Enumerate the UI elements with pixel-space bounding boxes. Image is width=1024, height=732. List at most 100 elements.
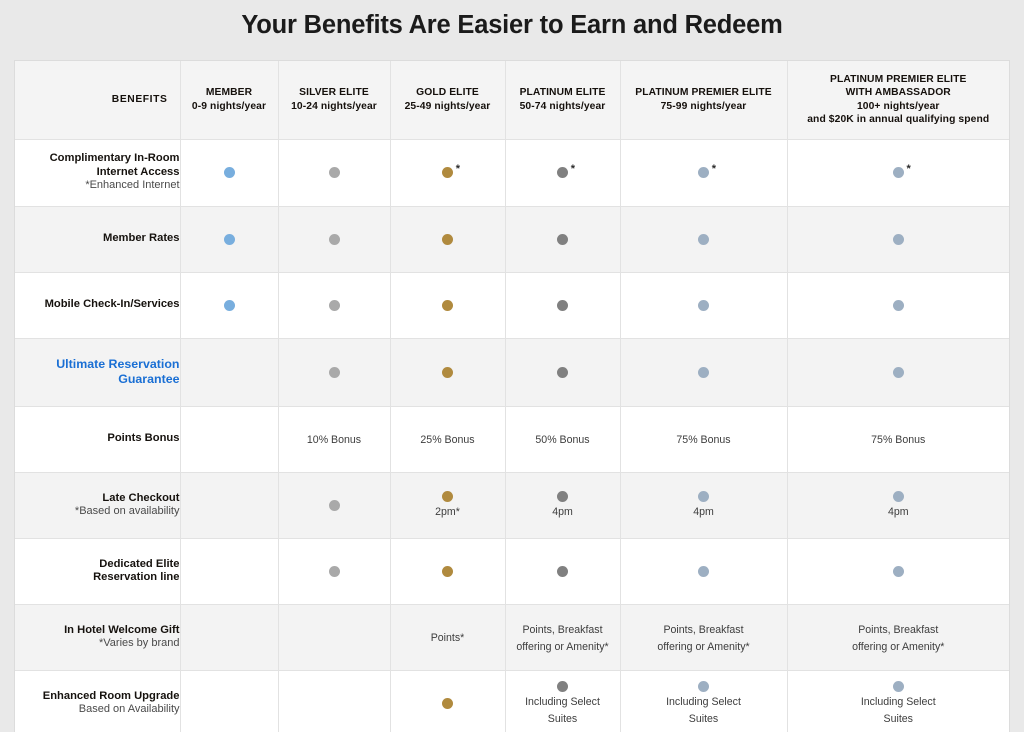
cell-dedicated-elite-reservation-line-platinum	[505, 538, 621, 605]
benefit-dot-icon	[698, 299, 709, 311]
benefit-label-ultimate-reservation-guarantee[interactable]: Ultimate Reservation Guarantee	[15, 338, 181, 407]
cell-points-bonus-platinum: 50% Bonus	[505, 406, 621, 473]
cell-text: Points, Breakfast	[522, 623, 603, 636]
cell-dedicated-elite-reservation-line-platprem	[620, 538, 788, 605]
benefit-dot-icon	[892, 491, 904, 502]
benefit-dot-icon	[892, 233, 904, 245]
benefit-dot-icon	[698, 491, 709, 502]
column-header-platprem-label: PLATINUM PREMIER ELITE	[635, 87, 772, 99]
benefit-title: Ultimate Reservation Guarantee	[56, 357, 180, 386]
table-row: Member Rates	[15, 206, 1009, 273]
benefit-title: Complimentary In-Room Internet Access	[49, 152, 180, 178]
benefit-dot-icon	[698, 233, 709, 245]
cell-complimentary-in-room-internet-access-platinum: *	[505, 139, 621, 207]
cell-complimentary-in-room-internet-access-member	[180, 139, 279, 207]
cell-text: 4pm	[552, 506, 573, 518]
table-row: Dedicated Elite Reservation line	[15, 538, 1009, 605]
cell-mobile-check-in-services-gold	[390, 272, 506, 339]
cell-in-hotel-welcome-gift-ambassador: Points, Breakfast offering or Amenity*	[787, 604, 1009, 671]
cell-mobile-check-in-services-platprem	[620, 272, 788, 339]
cell-late-checkout-platinum: 4pm	[505, 472, 621, 539]
benefit-label-member-rates: Member Rates	[15, 206, 181, 273]
cell-text: 4pm	[887, 506, 909, 518]
table-row: Enhanced Room Upgrade Based on Availabili…	[15, 670, 1009, 732]
benefit-title: Points Bonus	[107, 432, 180, 445]
cell-late-checkout-silver	[278, 472, 391, 539]
column-header-platinum-premier-elite-ambassador: PLATINUM PREMIER ELITE WITH AMBASSADOR 1…	[787, 61, 1009, 140]
benefit-label-dedicated-elite-reservation-line: Dedicated Elite Reservation line	[15, 538, 181, 605]
cell-member-rates-silver	[278, 206, 391, 273]
benefit-dot-icon: *	[698, 164, 716, 178]
cell-complimentary-in-room-internet-access-silver	[278, 139, 391, 207]
benefit-dot-icon	[442, 233, 453, 245]
benefit-note: *Varies by brand	[98, 637, 180, 649]
cell-late-checkout-member	[180, 472, 279, 539]
benefit-dot-icon	[223, 299, 235, 311]
column-header-member-sub: 0-9 nights/year	[191, 100, 267, 112]
cell-member-rates-platprem	[620, 206, 788, 273]
benefit-dot-icon: *	[557, 164, 575, 178]
benefit-dot-icon	[892, 299, 904, 311]
column-header-gold-label: GOLD ELITE	[416, 87, 479, 99]
cell-text: Points, Breakfast	[663, 623, 744, 636]
column-header-benefits: BENEFITS	[15, 61, 181, 140]
cell-dedicated-elite-reservation-line-ambassador	[787, 538, 1009, 605]
cell-member-rates-ambassador	[787, 206, 1009, 273]
benefit-dot-icon	[557, 233, 568, 245]
benefit-dot-icon	[328, 167, 340, 178]
table-row: Ultimate Reservation Guarantee	[15, 338, 1009, 407]
benefit-label-in-hotel-welcome-gift: In Hotel Welcome Gift *Varies by brand	[15, 604, 181, 671]
benefit-label-enhanced-room-upgrade: Enhanced Room Upgrade Based on Availabili…	[15, 670, 181, 732]
cell-ultimate-reservation-guarantee-platinum	[505, 338, 621, 407]
asterisk-icon: *	[711, 163, 716, 175]
cell-text: Points, Breakfast	[858, 623, 939, 636]
benefit-dot-icon: *	[892, 164, 911, 178]
cell-mobile-check-in-services-platinum	[505, 272, 621, 339]
column-header-platinum-premier-elite: PLATINUM PREMIER ELITE 75-99 nights/year	[620, 61, 788, 140]
cell-enhanced-room-upgrade-platprem: Including Select Suites	[620, 670, 788, 732]
column-header-member-label: MEMBER	[205, 87, 253, 99]
cell-text: Including Select	[525, 695, 600, 708]
benefit-dot-icon	[892, 565, 904, 577]
cell-dedicated-elite-reservation-line-gold	[390, 538, 506, 605]
cell-text-line2: Suites	[688, 712, 719, 725]
column-header-silver-sub: 10-24 nights/year	[291, 100, 377, 112]
cell-points-bonus-member	[180, 406, 279, 473]
cell-text-line2: Suites	[547, 712, 578, 725]
column-header-benefits-label: BENEFITS	[111, 94, 168, 105]
cell-late-checkout-ambassador: 4pm	[787, 472, 1009, 539]
benefit-title: Late Checkout	[102, 491, 180, 504]
cell-member-rates-gold	[390, 206, 506, 273]
asterisk-icon: *	[570, 163, 575, 175]
cell-text: 10% Bonus	[306, 434, 362, 446]
benefit-dot-icon	[698, 366, 709, 378]
benefit-dot-icon	[442, 491, 453, 502]
cell-ultimate-reservation-guarantee-silver	[278, 338, 391, 407]
cell-text-line2: offering or Amenity*	[516, 640, 609, 653]
cell-points-bonus-silver: 10% Bonus	[278, 406, 391, 473]
benefit-title: Enhanced Room Upgrade	[42, 689, 180, 702]
cell-enhanced-room-upgrade-gold	[390, 670, 506, 732]
benefit-title: In Hotel Welcome Gift	[64, 623, 180, 636]
cell-text: Including Select	[860, 695, 936, 708]
cell-text: 2pm*	[435, 506, 460, 518]
cell-text-line2: offering or Amenity*	[657, 640, 750, 653]
cell-mobile-check-in-services-member	[180, 272, 279, 339]
cell-dedicated-elite-reservation-line-member	[180, 538, 279, 605]
benefit-title: Mobile Check-In/Services	[44, 298, 180, 311]
benefit-dot-icon	[442, 299, 453, 311]
benefit-dot-icon	[328, 565, 340, 577]
cell-text: 50% Bonus	[535, 434, 590, 446]
column-header-gold-elite: GOLD ELITE 25-49 nights/year	[390, 61, 506, 140]
cell-late-checkout-platprem: 4pm	[620, 472, 788, 539]
page-title: Your Benefits Are Easier to Earn and Red…	[241, 11, 783, 39]
header-row: BENEFITS MEMBER 0-9 nights/year SILVER E…	[15, 61, 1009, 140]
benefits-table: BENEFITS MEMBER 0-9 nights/year SILVER E…	[15, 61, 1009, 732]
benefit-dot-icon	[892, 680, 904, 692]
cell-text: 25% Bonus	[420, 434, 475, 446]
benefit-dot-icon	[328, 299, 340, 311]
benefit-dot-icon	[442, 565, 453, 577]
benefit-dot-icon	[223, 233, 235, 245]
table-row: In Hotel Welcome Gift *Varies by brand Poi…	[15, 604, 1009, 671]
table-body: Complimentary In-Room Internet Access * Enh…	[15, 139, 1009, 732]
